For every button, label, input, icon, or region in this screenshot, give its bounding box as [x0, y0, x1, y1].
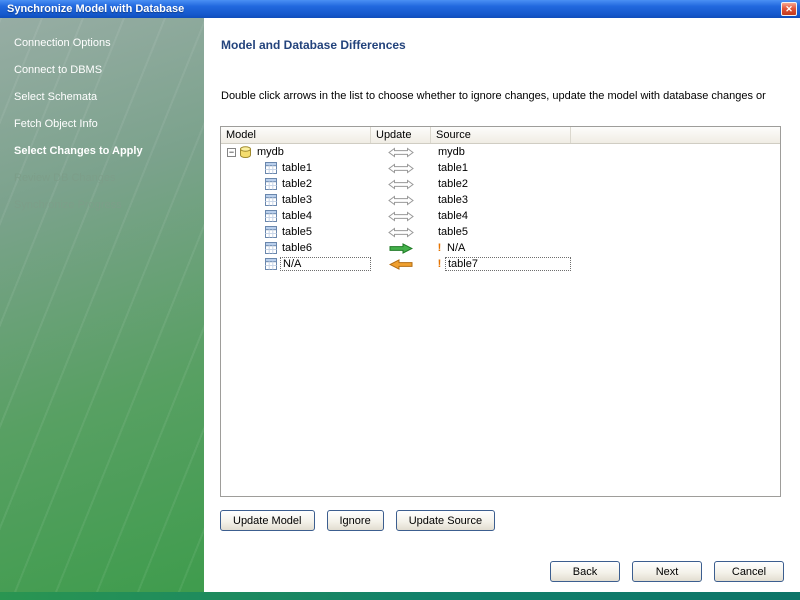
- tree-expander-icon[interactable]: −: [227, 148, 236, 157]
- differences-tree: Model Update Source −mydbmydbtable1table…: [220, 126, 781, 497]
- sidebar-item-select-changes-to-apply: Select Changes to Apply: [0, 138, 204, 165]
- table-row[interactable]: table5 table5: [221, 224, 780, 240]
- titlebar: Synchronize Model with Database ✕: [0, 0, 800, 18]
- model-cell: table3: [221, 194, 371, 206]
- model-object-name: mydb: [255, 146, 286, 158]
- wizard-window: Synchronize Model with Database ✕ Connec…: [0, 0, 800, 600]
- close-button[interactable]: ✕: [781, 2, 797, 16]
- unchanged-arrow-icon[interactable]: [371, 179, 431, 190]
- change-action-buttons: Update Model Ignore Update Source: [220, 510, 495, 531]
- tree-header: Model Update Source: [221, 127, 780, 144]
- model-cell: N/A: [221, 257, 371, 271]
- unchanged-arrow-icon[interactable]: [371, 147, 431, 158]
- back-button[interactable]: Back: [550, 561, 620, 582]
- wizard-nav-buttons: Back Next Cancel: [550, 561, 784, 582]
- main-content: Model and Database Differences Double cl…: [204, 18, 800, 592]
- source-cell: mydb: [431, 146, 571, 158]
- source-cell: table3: [431, 194, 571, 206]
- table-row[interactable]: table2 table2: [221, 176, 780, 192]
- database-icon: [239, 146, 252, 158]
- model-object-name: table1: [280, 162, 314, 174]
- model-cell: − mydb: [221, 146, 371, 158]
- table-row[interactable]: table3 table3: [221, 192, 780, 208]
- table-icon: [265, 242, 277, 254]
- source-cell: table1: [431, 162, 571, 174]
- column-header-model[interactable]: Model: [221, 127, 371, 143]
- model-object-name: table3: [280, 194, 314, 206]
- sidebar-item-connect-to-dbms: Connect to DBMS: [0, 57, 204, 84]
- unchanged-arrow-icon[interactable]: [371, 195, 431, 206]
- table-icon: [265, 210, 277, 222]
- close-icon: ✕: [785, 4, 793, 14]
- source-object-name: table4: [436, 210, 470, 222]
- column-header-filler: [571, 127, 780, 143]
- ignore-button[interactable]: Ignore: [327, 510, 384, 531]
- table-row[interactable]: table4 table4: [221, 208, 780, 224]
- model-cell: table5: [221, 226, 371, 238]
- source-object-name: table3: [436, 194, 470, 206]
- source-object-name: table2: [436, 178, 470, 190]
- update-source-button[interactable]: Update Source: [396, 510, 495, 531]
- table-icon: [265, 178, 277, 190]
- update-model-arrow-icon[interactable]: [371, 259, 431, 270]
- model-object-name: table2: [280, 178, 314, 190]
- sidebar-item-review-db-changes: Review DB Changes: [0, 165, 204, 192]
- table-icon: [265, 258, 277, 270]
- window-title: Synchronize Model with Database: [7, 3, 781, 15]
- unchanged-arrow-icon[interactable]: [371, 211, 431, 222]
- table-row[interactable]: table1 table1: [221, 160, 780, 176]
- unchanged-arrow-icon[interactable]: [371, 227, 431, 238]
- source-object-name: N/A: [445, 242, 467, 254]
- source-cell: !N/A: [431, 242, 571, 254]
- bottom-accent-strip: [0, 592, 800, 600]
- model-cell: table2: [221, 178, 371, 190]
- source-object-name: table5: [436, 226, 470, 238]
- model-cell: table4: [221, 210, 371, 222]
- instructions-text: Double click arrows in the list to choos…: [221, 90, 799, 102]
- model-object-name: table6: [280, 242, 314, 254]
- cancel-button[interactable]: Cancel: [714, 561, 784, 582]
- wizard-steps-sidebar: Connection OptionsConnect to DBMSSelect …: [0, 18, 204, 592]
- source-object-name: mydb: [436, 146, 467, 158]
- tree-rows: −mydbmydbtable1table1table2table2table3t…: [221, 144, 780, 496]
- update-model-button[interactable]: Update Model: [220, 510, 315, 531]
- alert-icon: !: [436, 242, 443, 254]
- table-icon: [265, 194, 277, 206]
- source-cell: table5: [431, 226, 571, 238]
- model-object-name: N/A: [280, 257, 371, 271]
- model-object-name: table5: [280, 226, 314, 238]
- model-object-name: table4: [280, 210, 314, 222]
- page-title: Model and Database Differences: [221, 38, 406, 52]
- table-icon: [265, 226, 277, 238]
- sidebar-item-select-schemata: Select Schemata: [0, 84, 204, 111]
- table-icon: [265, 162, 277, 174]
- table-row[interactable]: N/A!table7: [221, 256, 780, 272]
- table-row[interactable]: table6!N/A: [221, 240, 780, 256]
- column-header-update[interactable]: Update: [371, 127, 431, 143]
- sidebar-item-synchronize-progress: Synchronize Progress: [0, 192, 204, 219]
- column-header-source[interactable]: Source: [431, 127, 571, 143]
- update-source-arrow-icon[interactable]: [371, 243, 431, 254]
- source-cell: !table7: [431, 257, 571, 271]
- next-button[interactable]: Next: [632, 561, 702, 582]
- source-cell: table4: [431, 210, 571, 222]
- source-cell: table2: [431, 178, 571, 190]
- sidebar-item-fetch-object-info: Fetch Object Info: [0, 111, 204, 138]
- alert-icon: !: [436, 258, 443, 270]
- model-cell: table6: [221, 242, 371, 254]
- source-object-name: table1: [436, 162, 470, 174]
- model-cell: table1: [221, 162, 371, 174]
- source-object-name: table7: [445, 257, 571, 271]
- sidebar-item-connection-options: Connection Options: [0, 30, 204, 57]
- unchanged-arrow-icon[interactable]: [371, 163, 431, 174]
- table-row[interactable]: − mydb mydb: [221, 144, 780, 160]
